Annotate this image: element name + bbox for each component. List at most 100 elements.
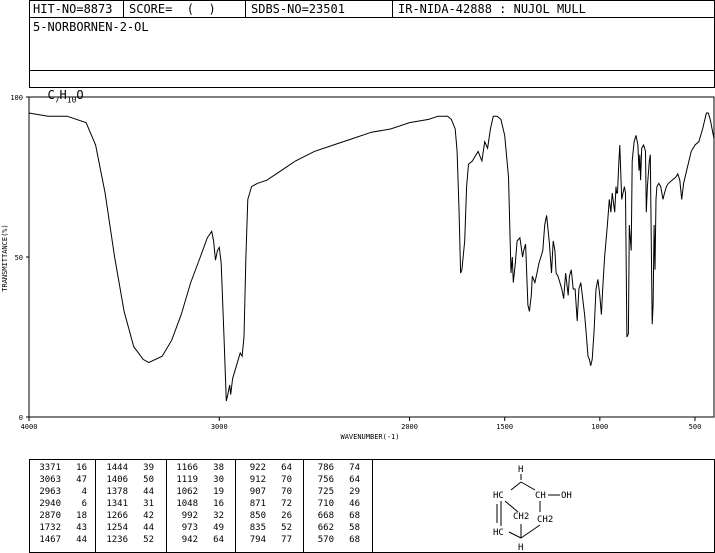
peak-row: 912 70: [238, 475, 292, 486]
peak-transmittance: 29: [349, 487, 360, 497]
structure-ch2-bridge: CH2: [513, 512, 529, 522]
peak-row: 2870 18: [33, 511, 87, 522]
structure-ch2: CH2: [537, 515, 553, 525]
peak-row: 2963 4: [33, 487, 87, 498]
peak-table-separator: [166, 459, 167, 552]
peak-row: 1406 50: [100, 475, 154, 486]
x-axis-label: WAVENUMBER(-1): [340, 433, 399, 441]
peak-row: 725 29: [306, 487, 360, 498]
peak-row: 570 68: [306, 535, 360, 546]
peak-wavenumber: 3371: [39, 463, 61, 473]
peak-wavenumber: 3063: [39, 475, 61, 485]
peak-table-separator: [303, 459, 304, 552]
plot-frame: [28, 96, 715, 418]
peak-wavenumber: 725: [317, 487, 334, 497]
peak-transmittance: 30: [213, 475, 224, 485]
peak-row: 835 52: [238, 523, 292, 534]
peak-transmittance: 16: [213, 499, 224, 509]
peak-wavenumber: 1119: [176, 475, 198, 485]
peak-transmittance: 68: [349, 535, 360, 545]
peak-row: 907 70: [238, 487, 292, 498]
peak-row: 710 46: [306, 499, 360, 510]
peak-transmittance: 74: [349, 463, 360, 473]
peak-row: 1254 44: [100, 523, 154, 534]
peak-wavenumber: 2940: [39, 499, 61, 509]
peak-transmittance: 43: [76, 523, 87, 533]
peak-wavenumber: 756: [317, 475, 334, 485]
peak-wavenumber: 992: [181, 511, 198, 521]
peak-transmittance: 44: [143, 523, 154, 533]
peak-row: 668 68: [306, 511, 360, 522]
peak-wavenumber: 1236: [106, 535, 128, 545]
structure-ch: CH: [535, 491, 546, 501]
peak-transmittance: 44: [76, 535, 87, 545]
peak-row: 871 72: [238, 499, 292, 510]
peak-transmittance: 50: [143, 475, 154, 485]
bond: [508, 531, 522, 539]
peak-transmittance: 52: [281, 523, 292, 533]
y-axis-label: TRANSMITTANCE(%): [1, 224, 9, 291]
peak-transmittance: 31: [143, 499, 154, 509]
peak-wavenumber: 1266: [106, 511, 128, 521]
peak-row: 3063 47: [33, 475, 87, 486]
peak-row: 786 74: [306, 463, 360, 474]
peak-row: 3371 16: [33, 463, 87, 474]
peak-wavenumber: 973: [181, 523, 198, 533]
peak-table-separator: [95, 459, 96, 552]
peak-wavenumber: 668: [317, 511, 334, 521]
peak-row: 922 64: [238, 463, 292, 474]
peak-transmittance: 72: [281, 499, 292, 509]
peak-wavenumber: 1048: [176, 499, 198, 509]
y-tick-label: 0: [19, 414, 23, 422]
peak-transmittance: 6: [81, 499, 87, 509]
peak-transmittance: 68: [349, 511, 360, 521]
peak-transmittance: 70: [281, 475, 292, 485]
structure-h-top: H: [518, 465, 523, 475]
bond: [510, 481, 522, 491]
peak-transmittance: 38: [213, 463, 224, 473]
peak-transmittance: 19: [213, 487, 224, 497]
peak-row: 756 64: [306, 475, 360, 486]
peak-transmittance: 64: [213, 535, 224, 545]
peak-transmittance: 49: [213, 523, 224, 533]
peak-row: 1341 31: [100, 499, 154, 510]
peak-row: 1266 42: [100, 511, 154, 522]
ir-spectrum-chart: 4000 3000 2000 1500 1000 500 0 50 100 WAVENUMBER…: [1, 94, 715, 441]
peak-row: 1062 19: [170, 487, 224, 498]
peak-row: 1119 30: [170, 475, 224, 486]
peak-row: 1732 43: [33, 523, 87, 534]
peak-table-separator: [372, 459, 373, 552]
peak-wavenumber: 871: [249, 499, 266, 509]
x-tick-label: 3000: [211, 423, 228, 431]
peak-wavenumber: 1467: [39, 535, 61, 545]
peak-wavenumber: 1254: [106, 523, 128, 533]
peak-transmittance: 64: [349, 475, 360, 485]
peak-transmittance: 52: [143, 535, 154, 545]
peak-transmittance: 46: [349, 499, 360, 509]
peak-wavenumber: 786: [317, 463, 334, 473]
peak-row: 662 58: [306, 523, 360, 534]
structure-hc: HC: [493, 491, 504, 501]
peak-wavenumber: 1341: [106, 499, 128, 509]
peak-transmittance: 39: [143, 463, 154, 473]
peak-transmittance: 16: [76, 463, 87, 473]
x-tick-label: 1000: [591, 423, 608, 431]
peak-row: 794 77: [238, 535, 292, 546]
x-tick-label: 500: [689, 423, 702, 431]
structure-oh: OH: [561, 491, 572, 501]
peak-wavenumber: 907: [249, 487, 266, 497]
structure-hc-low: HC: [493, 528, 504, 538]
peak-transmittance: 44: [143, 487, 154, 497]
structure-h-bottom: H: [518, 543, 523, 552]
bond: [504, 500, 519, 513]
peak-wavenumber: 835: [249, 523, 266, 533]
x-tick-label: 2000: [401, 423, 418, 431]
peak-transmittance: 18: [76, 511, 87, 521]
peak-transmittance: 42: [143, 511, 154, 521]
peak-wavenumber: 912: [249, 475, 266, 485]
peak-wavenumber: 1406: [106, 475, 128, 485]
peak-row: 992 32: [170, 511, 224, 522]
peak-wavenumber: 1732: [39, 523, 61, 533]
peak-row: 1444 39: [100, 463, 154, 474]
peak-wavenumber: 922: [249, 463, 266, 473]
